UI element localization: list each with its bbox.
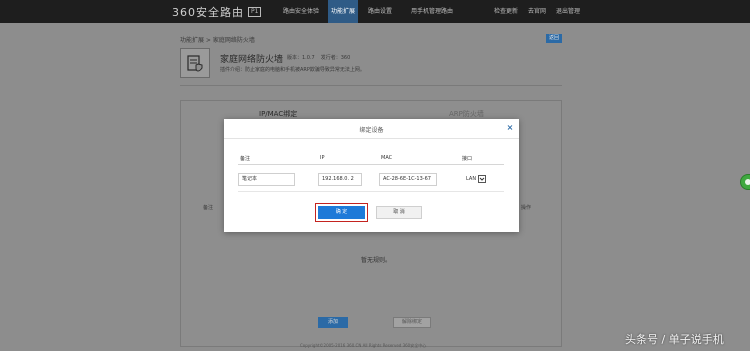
chevron-down-icon[interactable] — [478, 175, 487, 183]
check-update-link[interactable]: 检查更新 — [494, 0, 518, 23]
dialog-title: 绑定设备 — [359, 127, 384, 134]
ip-input[interactable]: 192.168.0. 2 — [318, 173, 362, 186]
column-header-interface: 接口 — [462, 156, 473, 162]
unbind-button[interactable]: 解除绑定 — [393, 317, 431, 328]
brand-name: 360安全路由 — [172, 5, 244, 19]
note-input[interactable]: 笔记本 — [238, 173, 295, 186]
copyright: Copyright©2005-2016 360.CN All Rights Re… — [300, 343, 427, 348]
nav-extensions[interactable]: 功能扩展 — [328, 0, 358, 23]
interface-select[interactable]: LAN — [466, 174, 487, 184]
confirm-button[interactable]: 确 定 — [318, 206, 365, 219]
nav-router-settings[interactable]: 路由设置 — [362, 0, 398, 23]
watermark-text: 头条号 / 单子说手机 — [625, 333, 724, 346]
header-links: 检查更新 去官网 退出管理 — [494, 0, 580, 23]
breadcrumb: 功能扩展 > 家庭网络防火墙 — [180, 37, 255, 44]
column-header-mac: MAC — [381, 155, 393, 161]
column-header-note: 备注 — [240, 156, 251, 162]
close-icon[interactable]: × — [505, 123, 515, 133]
nav-router-security[interactable]: 路由安全体验 — [276, 0, 326, 23]
nav-mobile-manage[interactable]: 用手机管理路由 — [404, 0, 460, 23]
brand-logo: 360安全路由 P1 — [172, 4, 262, 19]
bind-device-dialog: 绑定设备 × 备注 IP MAC 接口 笔记本 192.168.0. 2 AC-… — [224, 119, 519, 232]
feature-description: 插件介绍：防止家庭的电脑和手机被ARP欺骗导致异常无法上网。 — [220, 67, 365, 73]
interface-value: LAN — [466, 176, 477, 182]
row-divider — [238, 191, 504, 192]
logout-link[interactable]: 退出管理 — [556, 0, 580, 23]
feature-meta: 版本：1.0.7 发行者：360 — [287, 54, 350, 61]
add-button[interactable]: 添加 — [318, 317, 348, 328]
official-site-link[interactable]: 去官网 — [528, 0, 546, 23]
column-header-action: 操作 — [521, 205, 532, 211]
tab-arp-firewall[interactable]: ARP防火墙 — [449, 109, 484, 119]
column-header-note: 备注 — [203, 205, 214, 211]
dialog-divider — [224, 138, 519, 139]
divider — [180, 85, 562, 86]
tab-ip-mac-binding[interactable]: IP/MAC绑定 — [259, 109, 297, 119]
feature-title: 家庭网络防火墙 — [220, 55, 284, 65]
side-float-widget[interactable] — [740, 174, 750, 190]
feature-author: 发行者：360 — [320, 55, 351, 61]
feature-version: 版本：1.0.7 — [287, 55, 315, 61]
column-header-ip: IP — [320, 155, 325, 161]
firewall-icon — [180, 48, 210, 78]
empty-rules-text: 暂无规则。 — [361, 257, 392, 264]
cancel-button[interactable]: 取 消 — [376, 206, 422, 219]
back-button[interactable]: 返回 — [546, 34, 562, 43]
header-divider — [238, 164, 504, 165]
top-navigation-bar: 360安全路由 P1 路由安全体验 功能扩展 路由设置 用手机管理路由 检查更新… — [0, 0, 750, 23]
mac-input[interactable]: AC-28-6E-1C-13-67 — [379, 173, 437, 186]
model-badge: P1 — [248, 6, 262, 17]
